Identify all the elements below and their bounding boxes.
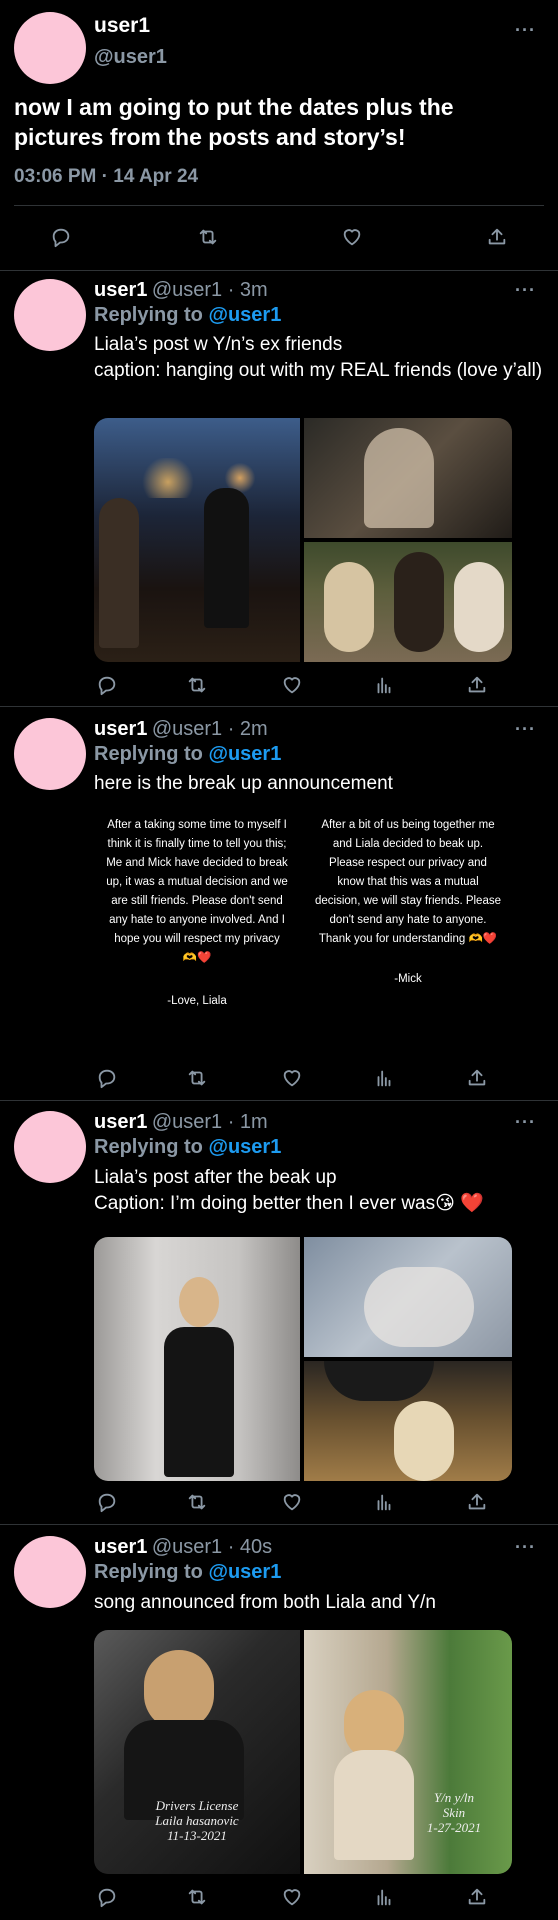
media-grid[interactable]: After a taking some time to myself I thi…: [94, 808, 512, 1052]
media-image[interactable]: [94, 1237, 300, 1481]
action-bar: [0, 1063, 558, 1093]
avatar[interactable]: [14, 12, 86, 84]
action-bar: [0, 670, 558, 700]
views-icon[interactable]: [369, 1882, 399, 1912]
reply-header: user1 @user1 · 1m: [94, 1111, 268, 1134]
replying-to-handle[interactable]: @user1: [208, 743, 281, 765]
album-cover-left[interactable]: Drivers License Laila hasanovic 11-13-20…: [94, 1630, 300, 1874]
tweet-timestamp[interactable]: 03:06 PM · 14 Apr 24: [14, 166, 198, 188]
avatar[interactable]: [14, 1536, 86, 1608]
author-name[interactable]: user1: [94, 14, 150, 38]
media-image[interactable]: [304, 1361, 512, 1481]
more-icon[interactable]: ···: [515, 280, 536, 301]
replying-to: Replying to @user1: [94, 1561, 282, 1583]
media-image[interactable]: [304, 1237, 512, 1357]
tweet-text: song announced from both Liala and Y/n: [94, 1592, 436, 1613]
share-icon[interactable]: [462, 1882, 492, 1912]
replying-to-handle[interactable]: @user1: [208, 1136, 281, 1158]
retweet-icon[interactable]: [193, 222, 223, 252]
action-bar: [0, 1882, 558, 1912]
reply-icon[interactable]: [92, 1487, 122, 1517]
heart-icon[interactable]: [337, 222, 367, 252]
reply-header: user1 @user1 · 2m: [94, 718, 268, 741]
tweet-text: Liala’s post w Y/n’s ex friends caption:…: [94, 334, 543, 381]
more-icon[interactable]: ···: [515, 1112, 536, 1133]
tweet-text: here is the break up announcement: [94, 773, 393, 794]
reply-icon[interactable]: [46, 222, 76, 252]
share-icon[interactable]: [462, 1487, 492, 1517]
album-title-left: Drivers License Laila hasanovic 11-13-20…: [155, 1798, 239, 1843]
album-cover-right[interactable]: Y/n y/ln Skin 1-27-2021: [304, 1630, 512, 1874]
author-name[interactable]: user1: [94, 1536, 147, 1558]
more-icon[interactable]: ···: [515, 719, 536, 740]
tweet-text: Liala’s post after the beak up Caption: …: [94, 1167, 484, 1214]
avatar[interactable]: [14, 718, 86, 790]
views-icon[interactable]: [369, 1063, 399, 1093]
divider: [0, 1100, 558, 1101]
album-title-right: Y/n y/ln Skin 1-27-2021: [426, 1790, 482, 1835]
reply-icon[interactable]: [92, 670, 122, 700]
announcement-text-right: After a bit of us being together me and …: [315, 819, 501, 945]
author-meta[interactable]: @user1 · 1m: [152, 1111, 268, 1133]
action-bar: [0, 222, 558, 252]
divider: [0, 1524, 558, 1525]
retweet-icon[interactable]: [182, 670, 212, 700]
announcement-text-left: After a taking some time to myself I thi…: [106, 819, 288, 964]
heart-icon[interactable]: [277, 1487, 307, 1517]
reply-icon[interactable]: [92, 1882, 122, 1912]
replying-to: Replying to @user1: [94, 743, 282, 765]
retweet-icon[interactable]: [182, 1487, 212, 1517]
views-icon[interactable]: [369, 670, 399, 700]
more-icon[interactable]: ···: [515, 20, 536, 41]
author-meta[interactable]: @user1 · 40s: [152, 1536, 272, 1558]
action-bar: [0, 1487, 558, 1517]
divider: [0, 270, 558, 271]
share-icon[interactable]: [482, 222, 512, 252]
heart-icon[interactable]: [277, 1063, 307, 1093]
author-name[interactable]: user1: [94, 1111, 147, 1133]
divider: [0, 706, 558, 707]
replying-to-handle[interactable]: @user1: [208, 1561, 281, 1583]
share-icon[interactable]: [462, 1063, 492, 1093]
announcement-signature-left: -Love, Liala: [167, 995, 227, 1007]
replying-to-handle[interactable]: @user1: [208, 304, 281, 326]
avatar[interactable]: [14, 279, 86, 351]
announcement-signature-right: -Mick: [394, 973, 422, 985]
author-name[interactable]: user1: [94, 718, 147, 740]
replying-to: Replying to @user1: [94, 1136, 282, 1158]
replying-to: Replying to @user1: [94, 304, 282, 326]
media-grid[interactable]: [94, 1237, 512, 1481]
author-name[interactable]: user1: [94, 279, 147, 301]
media-image[interactable]: [304, 418, 512, 538]
retweet-icon[interactable]: [182, 1882, 212, 1912]
tweet-text: now I am going to put the dates plus the…: [14, 94, 454, 150]
media-grid[interactable]: Drivers License Laila hasanovic 11-13-20…: [94, 1630, 512, 1874]
share-icon[interactable]: [462, 670, 492, 700]
heart-icon[interactable]: [277, 670, 307, 700]
more-icon[interactable]: ···: [515, 1537, 536, 1558]
avatar[interactable]: [14, 1111, 86, 1183]
media-image[interactable]: [304, 542, 512, 662]
views-icon[interactable]: [369, 1487, 399, 1517]
divider: [14, 205, 544, 206]
media-grid[interactable]: [94, 418, 512, 662]
heart-icon[interactable]: [277, 1882, 307, 1912]
author-meta[interactable]: @user1 · 2m: [152, 718, 268, 740]
author-meta[interactable]: @user1 · 3m: [152, 279, 268, 301]
retweet-icon[interactable]: [182, 1063, 212, 1093]
reply-icon[interactable]: [92, 1063, 122, 1093]
reply-header: user1 @user1 · 40s: [94, 1536, 272, 1559]
reply-header: user1 @user1 · 3m: [94, 279, 268, 302]
media-image[interactable]: [94, 418, 300, 662]
author-handle[interactable]: @user1: [94, 46, 167, 69]
